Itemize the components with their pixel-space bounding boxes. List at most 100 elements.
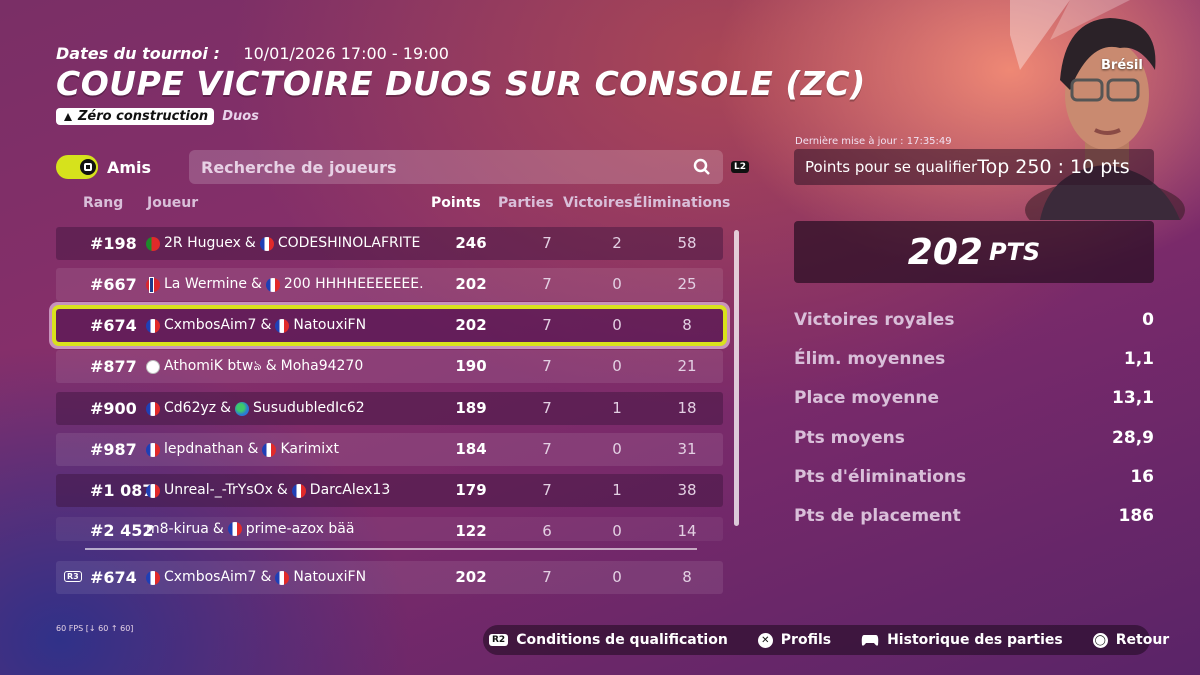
flag-fr-icon [146,442,160,457]
row-players: lepdnathan & Karimixt [146,433,436,466]
stat-row: Pts de placement 186 [794,506,1154,526]
own-player2: NatouxiFN [293,569,367,585]
stat-label: Pts d'éliminations [794,467,967,487]
amp: & [260,317,272,333]
scrollbar[interactable] [734,230,739,526]
table-row[interactable]: #987 lepdnathan & Karimixt 184 7 0 31 [56,433,723,466]
flag-fr-icon [275,570,290,585]
col-elims[interactable]: Éliminations [633,195,730,211]
row-wins: 0 [612,357,622,375]
stat-row: Pts moyens 28,9 [794,428,1154,448]
search-hotkey: L2 [731,161,749,173]
qualification-conditions-label: Conditions de qualification [516,632,728,648]
player1-name: Cd62yz [164,400,217,416]
back-button[interactable]: ◯ Retour [1092,632,1170,648]
row-rank: #987 [90,440,137,459]
table-row[interactable]: #877 AthomiK btwঌ & Moha94270 190 7 0 21 [56,350,723,383]
row-games: 7 [542,481,552,499]
list-divider [85,548,697,550]
stat-value: 1,1 [1123,349,1154,369]
total-points-unit: PTS [988,238,1041,266]
dates-value: 10/01/2026 17:00 - 19:00 [243,44,449,63]
row-elims: 58 [677,234,697,252]
player1-name: AthomiK btwঌ [164,358,262,374]
row-points: 189 [455,399,487,417]
flag-fr-icon [262,442,277,457]
row-wins: 0 [612,316,622,334]
row-points: 179 [455,481,487,499]
profiles-button[interactable]: ✕ Profils [757,632,832,648]
row-points: 190 [455,357,487,375]
profiles-label: Profils [780,632,832,648]
row-players: AthomiK btwঌ & Moha94270 [146,350,436,383]
row-players: Cd62yz & SusudubledIc62 [146,392,436,425]
row-players: La Wermine & 200 HHHHEEEEEEE. [146,268,436,301]
col-games[interactable]: Parties [498,195,554,211]
gamepad-icon [861,635,879,646]
qualify-value: Top 250 : 10 pts [977,156,1130,178]
stat-label: Pts moyens [794,428,905,448]
own-team-row[interactable]: #674 CxmbosAim7 & NatouxiFN 202 7 0 8 [56,561,723,594]
row-games: 6 [542,522,552,540]
player2-name: NatouxiFN [293,317,367,333]
row-games: 7 [542,316,552,334]
dates-label: Dates du tournoi : [56,44,220,63]
table-row[interactable]: #667 La Wermine & 200 HHHHEEEEEEE. 202 7 0 25 [56,268,723,301]
qualification-conditions-button[interactable]: R2 Conditions de qualification [489,632,728,648]
player2-name: CODESHINOLAFRITE [277,235,421,251]
match-history-button[interactable]: Historique des parties [861,632,1063,648]
fps-counter: 60 FPS [↓ 60 ↑ 60] [56,624,134,633]
col-points[interactable]: Points [431,195,481,211]
stat-row: Élim. moyennes 1,1 [794,349,1154,369]
amp: & [244,235,256,251]
r2-icon: R2 [489,634,509,646]
friends-label: Amis [107,158,152,177]
stat-value: 16 [1130,467,1154,487]
table-row[interactable]: #198 2R Huguex & CODESHINOLAFRITE 246 7 2 58 [56,227,723,260]
stat-value: 28,9 [1112,428,1154,448]
search-icon[interactable] [693,158,711,176]
stat-row: Victoires royales 0 [794,310,1154,330]
player2-name: 200 HHHHEEEEEEE. [283,276,424,292]
friends-toggle[interactable] [56,155,98,179]
row-players: m8-kirua & prime-azox bää [146,517,436,541]
region-label: Brésil [1101,58,1143,73]
own-player1: CxmbosAim7 [164,569,257,585]
stat-value: 0 [1142,310,1154,330]
flag-fr-icon [146,570,160,585]
player1-name: m8-kirua [146,521,209,537]
row-wins: 0 [612,522,622,540]
tournament-title: COUPE VICTOIRE DUOS SUR CONSOLE (ZC) [56,64,866,103]
table-row[interactable]: #2 452 m8-kirua & prime-azox bää 122 6 0 14 [56,517,723,541]
row-rank: #1 087 [90,481,154,500]
search-input[interactable] [189,150,723,184]
amp: & [260,569,272,585]
player-search [189,150,723,184]
table-row[interactable]: #1 087 Unreal-_-TrYsOx & DarcAlex13 179 7 1 38 [56,474,723,507]
total-points: 202 [907,231,983,273]
mode-tag: Zéro construction [56,108,215,125]
player2-name: SusudubledIc62 [253,400,365,416]
row-players: Unreal-_-TrYsOx & DarcAlex13 [146,474,436,507]
back-label: Retour [1115,632,1170,648]
flag-fr-icon [291,483,306,498]
character-portrait [1010,0,1185,220]
toggle-knob-icon [78,157,98,177]
col-wins[interactable]: Victoires [563,195,633,211]
row-games: 7 [542,357,552,375]
own-points: 202 [455,568,487,586]
amp: & [212,521,224,537]
own-row-hotkey: R3 [64,571,82,582]
row-elims: 21 [677,357,697,375]
row-points: 202 [455,316,487,334]
player1-name: Unreal-_-TrYsOx [164,482,273,498]
table-row[interactable]: #674 CxmbosAim7 & NatouxiFN 202 7 0 8 [52,305,727,346]
table-row[interactable]: #900 Cd62yz & SusudubledIc62 189 7 1 18 [56,392,723,425]
amp: & [265,358,277,374]
flag-fr-icon [146,483,160,498]
flag-fr-icon [146,401,160,416]
row-elims: 8 [682,316,692,334]
row-games: 7 [542,234,552,252]
col-rank: Rang [83,195,124,211]
row-wins: 0 [612,440,622,458]
